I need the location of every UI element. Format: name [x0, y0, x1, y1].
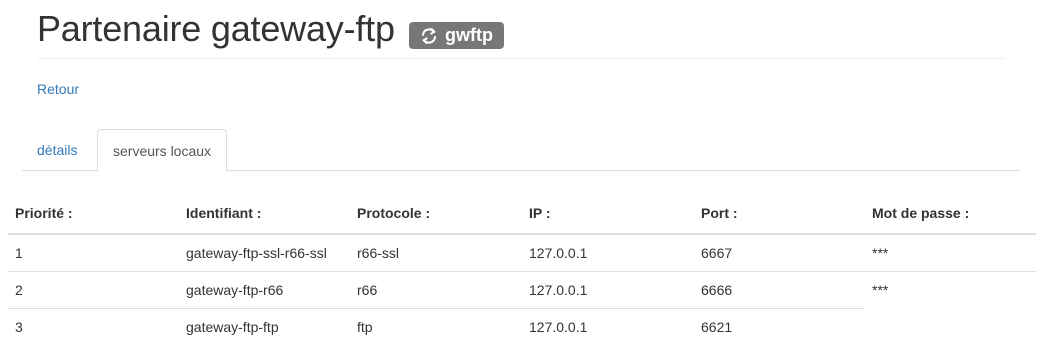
badge-label: gwftp	[445, 25, 493, 45]
column-header-priority: Priorité :	[8, 193, 179, 235]
page-header: Partenaire gateway-ftp gwftp	[37, 0, 1005, 59]
table-row: 3 gateway-ftp-ftp ftp 127.0.0.1 6621	[8, 307, 1036, 345]
column-header-port: Port :	[694, 193, 865, 235]
back-link[interactable]: Retour	[37, 80, 79, 98]
column-header-password: Mot de passe :	[865, 193, 1036, 235]
tab-details[interactable]: détails	[22, 129, 92, 171]
cell-ip: 127.0.0.1	[522, 307, 694, 345]
cell-port: 6621	[694, 307, 865, 345]
tab-local-servers[interactable]: serveurs locaux	[97, 129, 228, 172]
cell-identifier: gateway-ftp-ssl-r66-ssl	[186, 244, 327, 261]
partner-id-badge: gwftp	[409, 22, 504, 49]
cell-identifier: gateway-ftp-ftp	[179, 307, 350, 345]
local-servers-table: Priorité : Identifiant : Protocole : IP …	[8, 193, 1036, 345]
cell-protocol: r66-ssl	[357, 244, 400, 261]
column-header-protocol: Protocole :	[350, 193, 522, 235]
cell-password	[865, 308, 1036, 345]
column-header-identifier: Identifiant :	[179, 193, 350, 235]
cell-priority: 1	[15, 244, 23, 261]
cell-ip: 127.0.0.1	[529, 244, 588, 261]
column-header-ip: IP :	[522, 193, 694, 235]
cell-protocol: r66	[350, 270, 522, 308]
cell-protocol: ftp	[350, 307, 522, 345]
tab-bar: détails serveurs locaux	[22, 129, 1020, 172]
table-header-row: Priorité : Identifiant : Protocole : IP …	[8, 193, 1036, 235]
cell-port: 6666	[694, 270, 865, 308]
cell-password: ***	[872, 244, 889, 261]
cell-priority: 2	[8, 270, 179, 308]
table-row: 1 gateway-ftp-ssl-r66-ssl r66-ssl 127.0.…	[8, 234, 1036, 271]
table-row: 2 gateway-ftp-r66 r66 127.0.0.1 6666 ***	[8, 270, 1036, 308]
page-title: Partenaire gateway-ftp	[37, 8, 395, 49]
refresh-icon	[422, 27, 436, 44]
cell-ip: 127.0.0.1	[522, 270, 694, 308]
cell-port: 6667	[701, 244, 733, 261]
cell-priority: 3	[8, 307, 179, 345]
cell-identifier: gateway-ftp-r66	[179, 270, 350, 308]
cell-password: ***	[865, 270, 1036, 308]
